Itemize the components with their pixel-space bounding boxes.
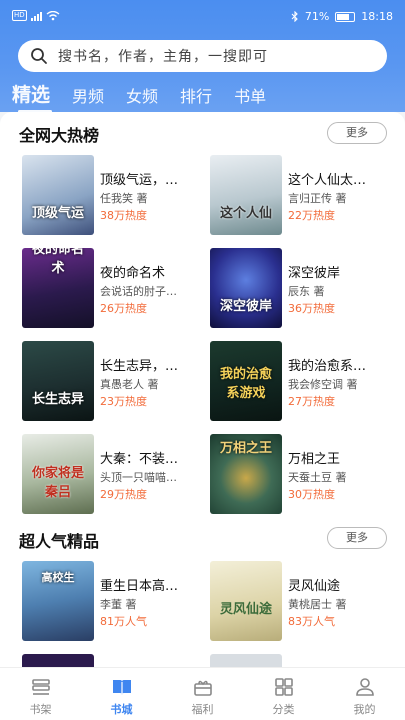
book-cover[interactable] — [22, 654, 94, 667]
category-icon — [274, 678, 293, 696]
nav-label: 书架 — [29, 703, 52, 716]
nav-label: 书城 — [110, 703, 133, 716]
book-card[interactable]: 夜的命名术 夜的命名术 会说话的肘子… 26万热度 — [18, 248, 203, 332]
book-author: 真愚老人 著 — [100, 378, 159, 391]
book-card[interactable]: 灵风仙途 灵风仙途 黄桃居士 著 83万人气 — [206, 561, 391, 645]
main-content: 全网大热榜 更多 顶级气运 顶级气运，… 任我笑 著 38万热度 这个人仙 这个… — [0, 112, 405, 667]
book-cover: 你家将是秦吕 — [22, 434, 94, 514]
search-input[interactable]: 搜书名，作者，主角，一搜即可 — [18, 40, 387, 72]
book-heat: 23万热度 — [100, 395, 147, 408]
book-heat: 26万热度 — [100, 302, 147, 315]
book-cover: 长生志异 — [22, 341, 94, 421]
book-card[interactable]: 我的治愈系游戏 我的治愈系… 我会修空调 著 27万热度 — [206, 341, 391, 425]
book-author: 黄桃居士 著 — [288, 598, 347, 611]
book-cover: 夜的命名术 — [22, 248, 94, 328]
book-heat: 30万热度 — [288, 488, 335, 501]
book-cover: 万相之王 — [210, 434, 282, 514]
book-card[interactable]: 长生志异 长生志异，… 真愚老人 著 23万热度 — [18, 341, 203, 425]
book-heat: 83万人气 — [288, 615, 335, 628]
battery-icon — [335, 11, 356, 22]
battery-percent: 71% — [304, 10, 330, 23]
tab-booklist[interactable]: 书单 — [234, 83, 266, 107]
book-author: 我会修空调 著 — [288, 378, 358, 391]
profile-icon — [355, 678, 374, 696]
category-tabs: 精选 男频 女频 排行 书单 — [12, 80, 288, 113]
section-title: 全网大热榜 — [19, 126, 100, 145]
book-title: 重生日本高… — [100, 579, 179, 594]
more-button[interactable]: 更多 — [327, 122, 387, 144]
book-author: 李董 著 — [100, 598, 137, 611]
book-card[interactable]: 顶级气运 顶级气运，… 任我笑 著 38万热度 — [18, 155, 203, 239]
book-author: 言归正传 著 — [288, 192, 347, 205]
book-cover: 我的治愈系游戏 — [210, 341, 282, 421]
book-title: 长生志异，… — [100, 359, 179, 374]
nav-category[interactable]: 分类 — [243, 668, 324, 720]
search-placeholder: 搜书名，作者，主角，一搜即可 — [58, 49, 268, 65]
book-cover: 深空彼岸 — [210, 248, 282, 328]
book-cover: 灵风仙途 — [210, 561, 282, 641]
book-heat: 81万人气 — [100, 615, 147, 628]
nav-label: 我的 — [353, 703, 376, 716]
book-heat: 29万热度 — [100, 488, 147, 501]
section-title: 超人气精品 — [19, 532, 100, 551]
bluetooth-icon — [291, 11, 298, 22]
book-card[interactable]: 高校生 重生日本高… 李董 著 81万人气 — [18, 561, 203, 645]
tab-ranking[interactable]: 排行 — [180, 83, 212, 107]
nav-bookshelf[interactable]: 书架 — [0, 668, 81, 720]
status-bar: HD 71% 18:18 — [0, 0, 405, 34]
clock: 18:18 — [361, 10, 393, 23]
network-badge: HD — [12, 10, 27, 21]
nav-welfare[interactable]: 福利 — [162, 668, 243, 720]
book-title: 灵风仙途 — [288, 579, 341, 594]
tab-female[interactable]: 女频 — [126, 83, 158, 107]
nav-profile[interactable]: 我的 — [324, 668, 405, 720]
nav-label: 福利 — [191, 703, 214, 716]
wifi-icon — [46, 10, 60, 20]
book-card[interactable]: 这个人仙 这个人仙太… 言归正传 著 22万热度 — [206, 155, 391, 239]
book-cover: 这个人仙 — [210, 155, 282, 235]
bottom-nav: 书架 书城 福利 分类 我的 — [0, 667, 405, 720]
nav-bookstore[interactable]: 书城 — [81, 668, 162, 720]
book-author: 头顶一只喵喵… — [100, 471, 177, 484]
book-author: 辰东 著 — [288, 285, 325, 298]
bookshelf-icon — [31, 679, 50, 695]
book-title: 我的治愈系… — [288, 359, 367, 374]
book-card[interactable]: 万相之王 万相之王 天蚕土豆 著 30万热度 — [206, 434, 391, 518]
book-heat: 27万热度 — [288, 395, 335, 408]
book-card[interactable]: 你家将是秦吕 大秦：不装… 头顶一只喵喵… 29万热度 — [18, 434, 203, 518]
book-title: 这个人仙太… — [288, 173, 367, 188]
book-author: 会说话的肘子… — [100, 285, 177, 298]
book-title: 深空彼岸 — [288, 266, 341, 281]
book-title: 大秦：不装… — [100, 452, 179, 467]
tab-featured[interactable]: 精选 — [12, 80, 53, 113]
book-author: 任我笑 著 — [100, 192, 148, 205]
bookstore-icon — [112, 680, 131, 695]
more-button[interactable]: 更多 — [327, 527, 387, 549]
book-card[interactable]: 深空彼岸 深空彼岸 辰东 著 36万热度 — [206, 248, 391, 332]
book-heat: 22万热度 — [288, 209, 335, 222]
book-cover[interactable] — [210, 654, 282, 667]
gift-icon — [193, 680, 212, 696]
signal-icon — [30, 11, 42, 21]
book-heat: 36万热度 — [288, 302, 335, 315]
header: HD 71% 18:18 搜书名，作者，主角，一搜即可 精选 男频 女频 排行 … — [0, 0, 405, 113]
book-title: 万相之王 — [288, 452, 341, 467]
book-cover: 高校生 — [22, 561, 94, 641]
search-icon — [31, 48, 47, 64]
nav-label: 分类 — [272, 703, 295, 716]
book-author: 天蚕土豆 著 — [288, 471, 347, 484]
tab-male[interactable]: 男频 — [72, 83, 104, 107]
book-title: 顶级气运，… — [100, 173, 179, 188]
book-title: 夜的命名术 — [100, 266, 166, 281]
book-heat: 38万热度 — [100, 209, 147, 222]
book-cover: 顶级气运 — [22, 155, 94, 235]
